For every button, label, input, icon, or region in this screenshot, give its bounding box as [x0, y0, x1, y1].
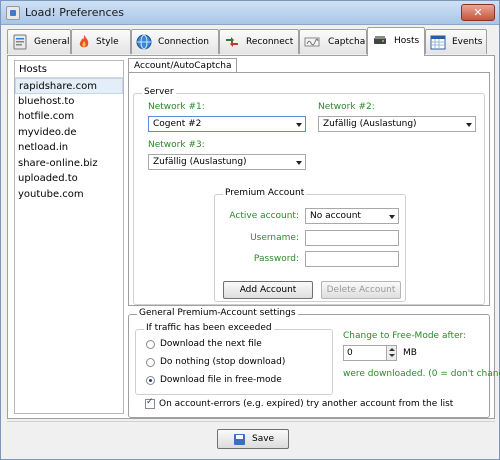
premium-account-group: Premium Account Active account: No accou…	[214, 188, 406, 302]
mb-unit: MB	[403, 348, 417, 358]
radio-do-nothing[interactable]	[146, 358, 155, 367]
username-field[interactable]	[305, 230, 399, 246]
traffic-exceeded-group: If traffic has been exceeded Download th…	[135, 323, 333, 395]
app-icon	[6, 6, 20, 20]
host-item-youtube[interactable]: youtube.com	[15, 187, 123, 203]
try-another-account-label: On account-errors (e.g. expired) try ano…	[159, 399, 454, 409]
tab-connection[interactable]: Connection	[131, 29, 219, 54]
window-title: Load! Preferences	[25, 6, 124, 19]
general-premium-settings-title: General Premium-Account settings	[137, 308, 298, 318]
subtab-account-autocaptcha[interactable]: Account/AutoCaptcha	[128, 58, 238, 73]
traffic-exceeded-title: If traffic has been exceeded	[144, 323, 274, 333]
host-item-myvideo[interactable]: myvideo.de	[15, 125, 123, 141]
captcha-icon	[304, 37, 320, 47]
try-another-account-checkbox[interactable]	[145, 397, 155, 409]
tab-bar: General Style Connection Reconnect Captc…	[7, 27, 495, 56]
password-label: Password:	[253, 254, 299, 264]
globe-icon	[136, 34, 152, 50]
network1-value: Cogent #2	[153, 119, 202, 129]
radio-do-nothing-label: Do nothing (stop download)	[160, 357, 286, 367]
chevron-down-icon	[296, 123, 302, 127]
network2-value: Zufällig (Auslastung)	[323, 119, 417, 129]
general-premium-settings-group: General Premium-Account settings If traf…	[128, 308, 500, 418]
downloaded-text: were downloaded. (0 = don't change)	[343, 369, 500, 379]
username-label: Username:	[250, 233, 299, 243]
radio-free-mode[interactable]	[146, 376, 155, 385]
active-account-value: No account	[310, 211, 361, 221]
footer-divider	[7, 421, 495, 422]
mb-value: 0	[347, 348, 353, 358]
host-item-uploaded[interactable]: uploaded.to	[15, 171, 123, 187]
tab-general[interactable]: General	[7, 29, 71, 54]
preferences-window: Load! Preferences ✕ General Style Connec…	[0, 0, 500, 460]
server-group-title: Server	[142, 87, 176, 97]
host-item-hotfile[interactable]: hotfile.com	[15, 109, 123, 125]
network3-select[interactable]: Zufällig (Auslastung)	[148, 154, 306, 170]
chevron-down-icon	[389, 215, 395, 219]
server-group: Server Network #1: Cogent #2 Network #2:…	[133, 87, 485, 305]
tab-style[interactable]: Style	[71, 29, 131, 54]
tab-reconnect[interactable]: Reconnect	[219, 29, 299, 54]
network2-label: Network #2:	[318, 102, 375, 112]
delete-account-button[interactable]: Delete Account	[321, 281, 401, 299]
server-icon	[374, 36, 386, 44]
chevron-down-icon	[296, 161, 302, 165]
tab-events[interactable]: Events	[425, 29, 487, 54]
chevron-down-icon	[466, 123, 472, 127]
network3-value: Zufällig (Auslastung)	[153, 157, 247, 167]
spinner-arrows-icon[interactable]	[386, 346, 396, 360]
radio-next-file-label: Download the next file	[160, 339, 262, 349]
change-free-mode-label: Change to Free-Mode after:	[343, 331, 467, 341]
save-label: Save	[252, 434, 275, 444]
network1-select[interactable]: Cogent #2	[148, 116, 306, 132]
tab-captcha[interactable]: Captcha	[299, 29, 367, 54]
general-icon	[13, 34, 27, 50]
flame-icon	[79, 35, 89, 48]
host-item-bluehost[interactable]: bluehost.to	[15, 94, 123, 110]
close-button[interactable]: ✕	[461, 4, 495, 21]
host-list[interactable]: Hosts rapidshare.com bluehost.to hotfile…	[14, 60, 124, 414]
mb-spinner[interactable]: 0	[343, 345, 397, 361]
floppy-disk-icon	[234, 434, 245, 445]
hosts-panel: Hosts rapidshare.com bluehost.to hotfile…	[7, 55, 500, 419]
account-autocaptcha-panel: Server Network #1: Cogent #2 Network #2:…	[128, 72, 490, 306]
host-item-share-online[interactable]: share-online.biz	[15, 156, 123, 172]
save-button[interactable]: Save	[217, 429, 289, 449]
premium-account-title: Premium Account	[223, 188, 307, 198]
calendar-icon	[430, 35, 446, 50]
network3-label: Network #3:	[148, 140, 205, 150]
password-field[interactable]	[305, 251, 399, 267]
host-settings-pane: Account/AutoCaptcha Server Network #1: C…	[128, 58, 500, 418]
host-list-header: Hosts	[15, 61, 123, 78]
host-item-netload[interactable]: netload.in	[15, 140, 123, 156]
add-account-button[interactable]: Add Account	[223, 281, 313, 299]
network2-select[interactable]: Zufällig (Auslastung)	[318, 116, 476, 132]
radio-free-mode-label: Download file in free-mode	[160, 375, 282, 385]
network1-label: Network #1:	[148, 102, 205, 112]
radio-next-file[interactable]	[146, 340, 155, 349]
active-account-select[interactable]: No account	[305, 208, 399, 224]
active-account-label: Active account:	[229, 211, 299, 221]
tab-hosts[interactable]: Hosts	[367, 27, 425, 56]
title-bar: Load! Preferences ✕	[1, 1, 499, 25]
host-item-rapidshare[interactable]: rapidshare.com	[15, 78, 123, 94]
reconnect-icon	[226, 37, 238, 47]
